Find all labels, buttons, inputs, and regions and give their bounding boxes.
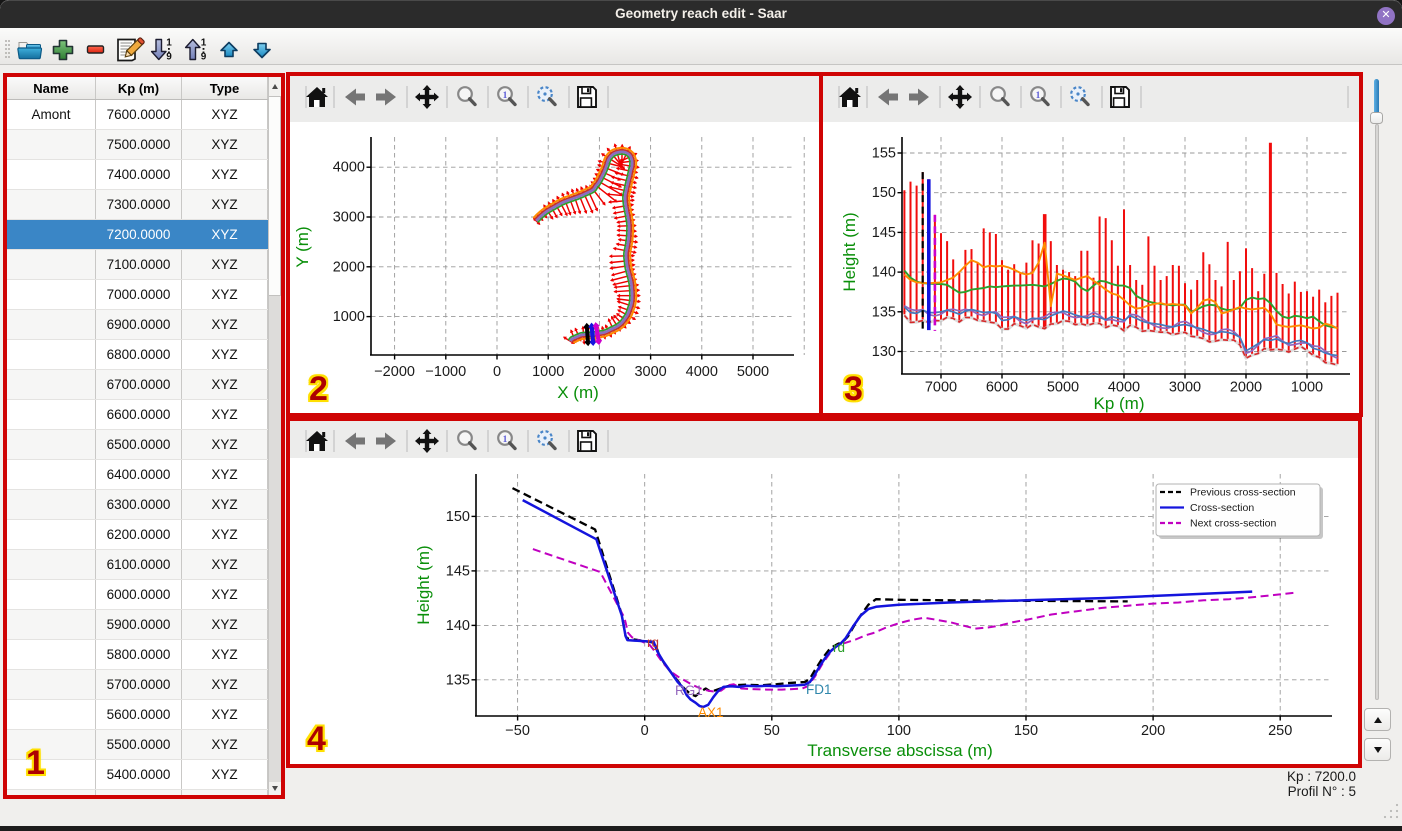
- svg-text:0: 0: [641, 723, 649, 739]
- svg-text:155: 155: [872, 146, 896, 162]
- svg-text:140: 140: [872, 265, 896, 281]
- svg-text:−2000: −2000: [374, 364, 415, 380]
- svg-text:1: 1: [166, 38, 172, 49]
- svg-text:6000: 6000: [986, 380, 1018, 396]
- svg-text:0: 0: [493, 364, 501, 380]
- svg-text:3000: 3000: [333, 210, 365, 226]
- svg-text:3000: 3000: [1169, 380, 1201, 396]
- svg-text:150: 150: [872, 185, 896, 201]
- svg-text:5000: 5000: [1047, 380, 1079, 396]
- svg-text:9: 9: [201, 52, 207, 63]
- svg-text:7000: 7000: [925, 380, 957, 396]
- svg-text:X (m): X (m): [557, 383, 599, 402]
- svg-text:50: 50: [764, 723, 780, 739]
- svg-text:1: 1: [503, 91, 508, 101]
- svg-text:135: 135: [446, 672, 470, 688]
- svg-text:Cross-section: Cross-section: [1190, 502, 1254, 514]
- svg-text:Kp (m): Kp (m): [1094, 394, 1145, 413]
- svg-text:−1000: −1000: [425, 364, 466, 380]
- svg-text:1: 1: [1036, 91, 1041, 101]
- svg-text:Height (m): Height (m): [840, 212, 859, 291]
- svg-text:Next cross-section: Next cross-section: [1190, 518, 1277, 530]
- svg-text:4000: 4000: [686, 364, 718, 380]
- svg-text:200: 200: [1141, 723, 1165, 739]
- svg-text:FD1: FD1: [806, 682, 832, 697]
- svg-text:Y (m): Y (m): [293, 226, 312, 267]
- svg-text:4000: 4000: [333, 160, 365, 176]
- svg-text:2000: 2000: [333, 259, 365, 275]
- svg-text:150: 150: [446, 509, 470, 525]
- svg-text:145: 145: [872, 225, 896, 241]
- svg-text:1: 1: [503, 435, 508, 445]
- svg-text:2000: 2000: [583, 364, 615, 380]
- svg-text:1: 1: [201, 38, 207, 49]
- svg-text:9: 9: [166, 52, 172, 63]
- svg-text:140: 140: [446, 618, 470, 634]
- svg-text:Previous cross-section: Previous cross-section: [1190, 487, 1296, 499]
- svg-text:130: 130: [872, 344, 896, 360]
- svg-text:1000: 1000: [1291, 380, 1323, 396]
- svg-text:RG1: RG1: [675, 683, 703, 698]
- svg-text:135: 135: [872, 304, 896, 320]
- svg-text:rg: rg: [647, 635, 659, 650]
- svg-text:rd: rd: [833, 640, 845, 655]
- svg-text:Height (m): Height (m): [414, 545, 433, 624]
- svg-text:1000: 1000: [532, 364, 564, 380]
- svg-text:150: 150: [1014, 723, 1038, 739]
- svg-text:2000: 2000: [1230, 380, 1262, 396]
- svg-text:Transverse abscissa (m): Transverse abscissa (m): [807, 741, 992, 760]
- svg-text:250: 250: [1268, 723, 1292, 739]
- svg-text:5000: 5000: [737, 364, 769, 380]
- svg-text:1000: 1000: [333, 309, 365, 325]
- svg-text:3000: 3000: [634, 364, 666, 380]
- svg-text:100: 100: [887, 723, 911, 739]
- svg-text:AX1: AX1: [698, 705, 724, 720]
- svg-text:145: 145: [446, 563, 470, 579]
- svg-text:−50: −50: [505, 723, 530, 739]
